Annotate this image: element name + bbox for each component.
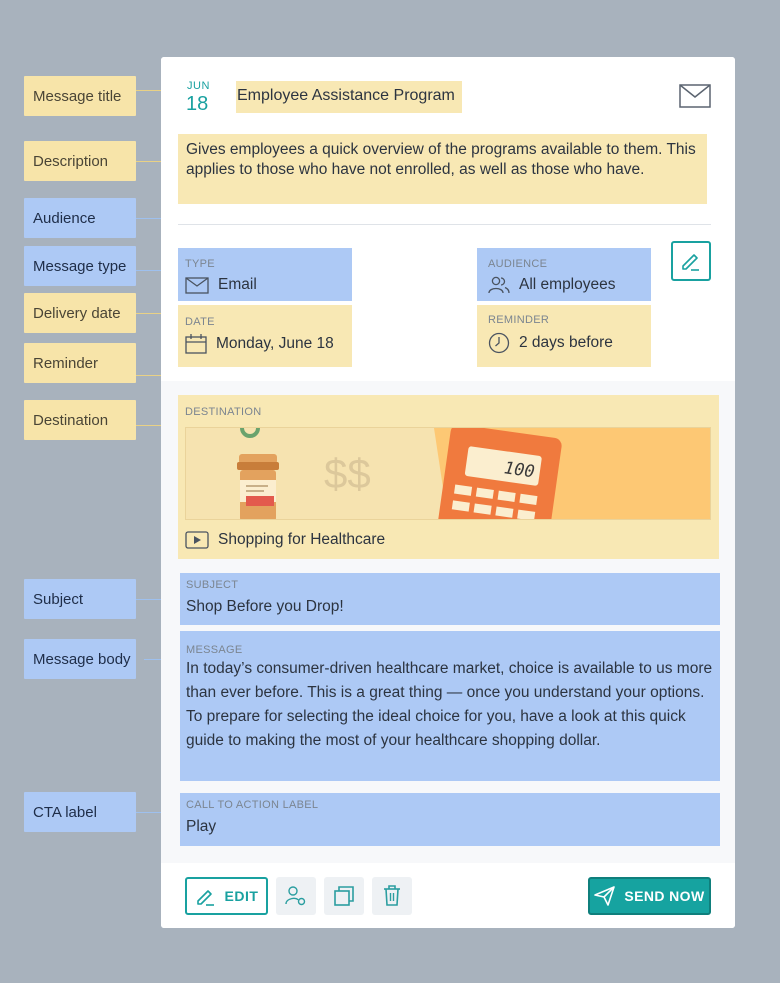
trash-icon <box>384 885 400 906</box>
people-icon <box>488 276 510 294</box>
pencil-icon <box>682 254 699 271</box>
send-icon <box>594 886 616 906</box>
type-value: Email <box>218 276 257 293</box>
destination-label: DESTINATION <box>185 406 262 418</box>
envelope-icon[interactable] <box>679 84 711 108</box>
audience-value: All employees <box>519 276 616 293</box>
date-month: JUN <box>187 80 210 92</box>
clock-icon <box>488 332 510 354</box>
message-value: In today’s consumer-driven healthcare ma… <box>186 660 713 749</box>
type-label: TYPE <box>185 258 215 270</box>
destination-field: DESTINATION 100 $$ Shopping for Healthca… <box>178 395 719 559</box>
send-now-button[interactable]: SEND NOW <box>588 877 711 915</box>
destination-link-text: Shopping for Healthcare <box>218 531 386 548</box>
reminder-label: REMINDER <box>488 314 550 326</box>
message-type-field: TYPE Email <box>178 248 352 301</box>
date-label: DATE <box>185 316 215 328</box>
send-now-label: SEND NOW <box>624 888 705 904</box>
audience-settings-button[interactable] <box>276 877 316 915</box>
edit-button[interactable]: EDIT <box>185 877 268 915</box>
annotation-reminder: Reminder <box>24 343 136 383</box>
divider <box>178 224 711 225</box>
date-day: 18 <box>186 93 209 115</box>
cta-label: CALL TO ACTION LABEL <box>186 799 319 811</box>
audience-field: AUDIENCE All employees <box>477 248 651 301</box>
message-title: Employee Assistance Program <box>236 81 462 113</box>
subject-field[interactable]: SUBJECT Shop Before you Drop! <box>180 573 720 625</box>
annotation-audience: Audience <box>24 198 136 238</box>
banner-dollar-text: $$ <box>324 450 371 497</box>
annotation-destination: Destination <box>24 400 136 440</box>
destination-banner-image[interactable]: 100 $$ <box>185 427 711 520</box>
reminder-field: REMINDER 2 days before <box>477 305 651 367</box>
edit-button-label: EDIT <box>224 888 259 904</box>
message-description: Gives employees a quick overview of the … <box>178 134 707 204</box>
delivery-date-field: DATE Monday, June 18 <box>178 305 352 367</box>
annotation-message-body: Message body <box>24 639 136 679</box>
user-settings-icon <box>285 886 306 906</box>
duplicate-button[interactable] <box>324 877 364 915</box>
copy-icon <box>334 886 354 906</box>
edit-fields-button[interactable] <box>671 241 711 281</box>
message-label: MESSAGE <box>186 644 243 656</box>
message-card: JUN 18 Employee Assistance Program Gives… <box>161 57 735 928</box>
calculator-display-text: 100 <box>503 458 536 482</box>
annotation-message-title: Message title <box>24 76 136 116</box>
reminder-value: 2 days before <box>519 334 613 351</box>
subject-value: Shop Before you Drop! <box>186 598 344 615</box>
cta-label-field[interactable]: CALL TO ACTION LABEL Play <box>180 793 720 846</box>
audience-label: AUDIENCE <box>488 258 548 270</box>
cta-value: Play <box>186 818 217 835</box>
date-value: Monday, June 18 <box>216 335 334 352</box>
annotation-description: Description <box>24 141 136 181</box>
message-body-field[interactable]: MESSAGE In today’s consumer-driven healt… <box>180 631 720 781</box>
annotation-subject: Subject <box>24 579 136 619</box>
envelope-icon <box>185 276 209 294</box>
pencil-icon <box>196 890 214 906</box>
annotation-cta-label: CTA label <box>24 792 136 832</box>
calendar-icon <box>185 334 207 354</box>
delete-button[interactable] <box>372 877 412 915</box>
annotation-delivery-date: Delivery date <box>24 293 136 333</box>
play-icon <box>185 531 209 549</box>
subject-label: SUBJECT <box>186 579 239 591</box>
destination-link[interactable]: Shopping for Healthcare <box>185 531 385 549</box>
annotation-message-type: Message type <box>24 246 136 286</box>
